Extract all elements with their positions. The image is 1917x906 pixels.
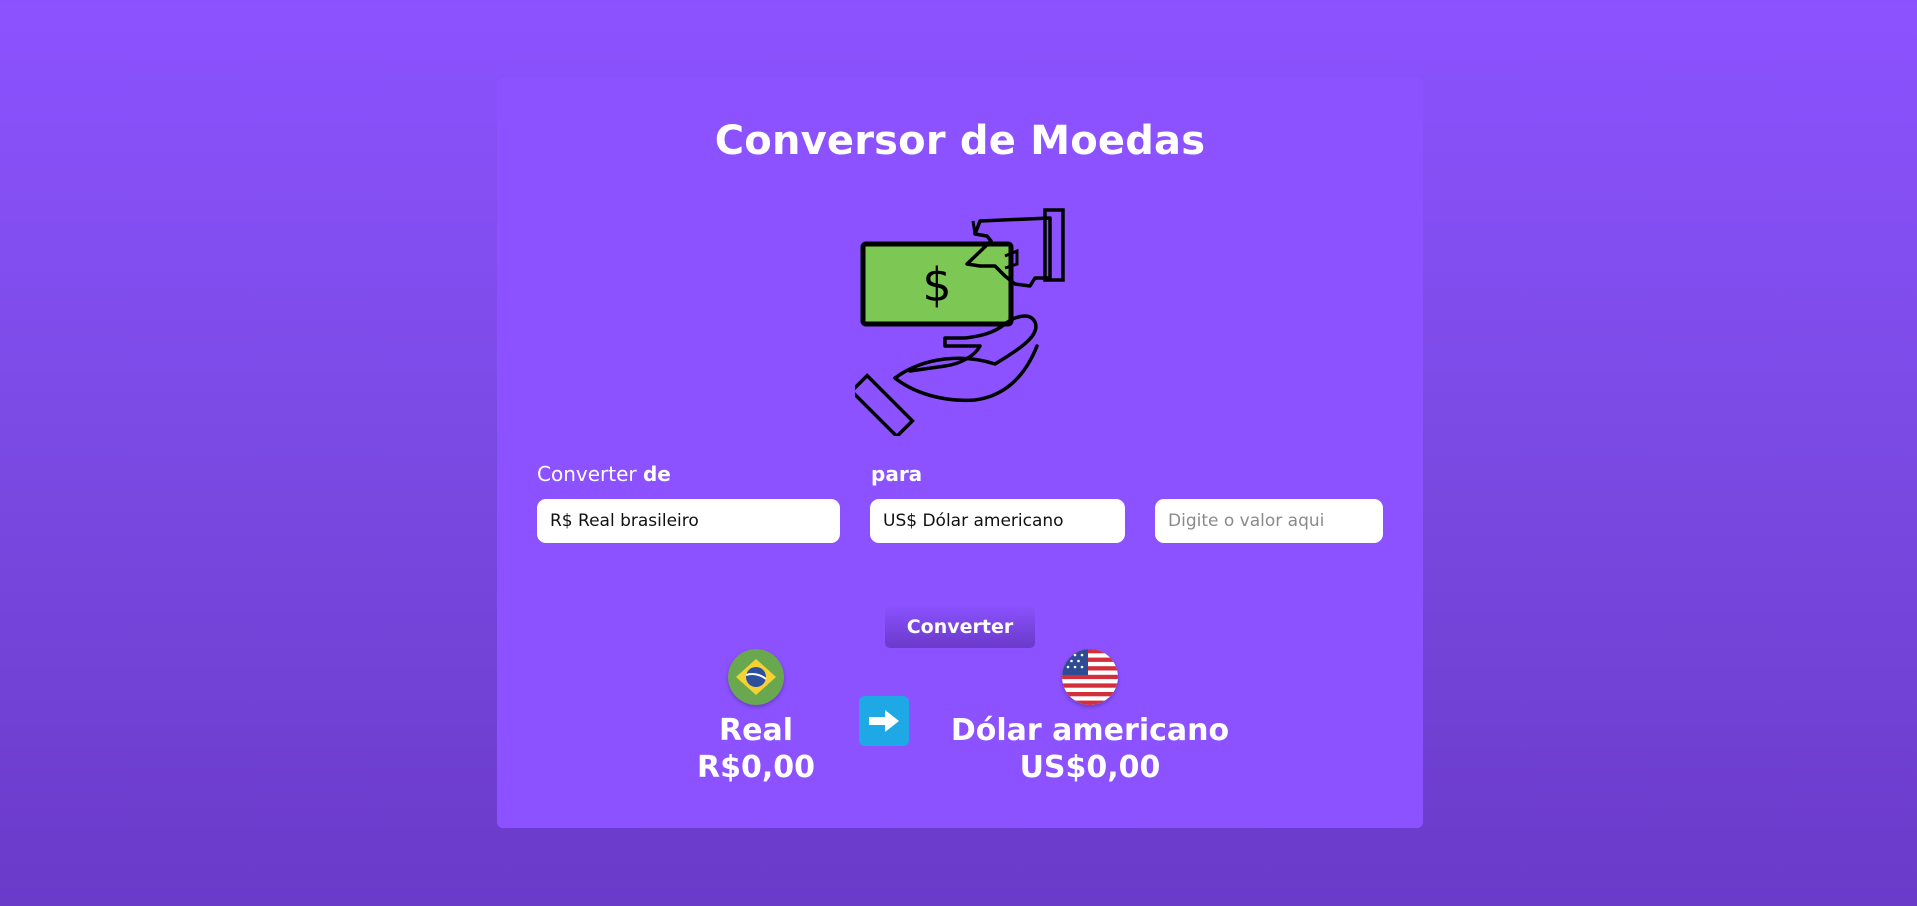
to-currency-select[interactable]: US$ Dólar americano: [870, 499, 1125, 543]
converter-card: Conversor de Moedas $ Converter de para …: [497, 78, 1423, 828]
from-currency-value: R$ Real brasileiro: [550, 511, 699, 531]
to-label-text: para: [871, 462, 923, 486]
from-currency-select[interactable]: R$ Real brasileiro: [537, 499, 840, 543]
brazil-flag-icon: [728, 649, 784, 705]
svg-text:$: $: [922, 258, 951, 312]
amount-input[interactable]: [1155, 499, 1383, 543]
from-currency-name: Real: [719, 713, 793, 748]
to-currency-name: Dólar americano: [950, 713, 1230, 748]
usa-flag-icon: [1062, 649, 1118, 705]
from-label-prefix: Converter: [537, 462, 637, 486]
to-label: para: [871, 462, 922, 486]
arrow-right-icon: [859, 696, 909, 746]
page-title: Conversor de Moedas: [714, 118, 1206, 164]
to-currency-value: US$ Dólar americano: [883, 511, 1064, 531]
money-exchange-hands-icon: $: [849, 206, 1075, 439]
convert-button[interactable]: Converter: [885, 605, 1035, 648]
from-currency-result: R$0,00: [697, 750, 815, 785]
from-label: Converter de: [537, 462, 671, 486]
to-currency-result: US$0,00: [1019, 750, 1161, 785]
from-label-bold: de: [642, 462, 671, 486]
